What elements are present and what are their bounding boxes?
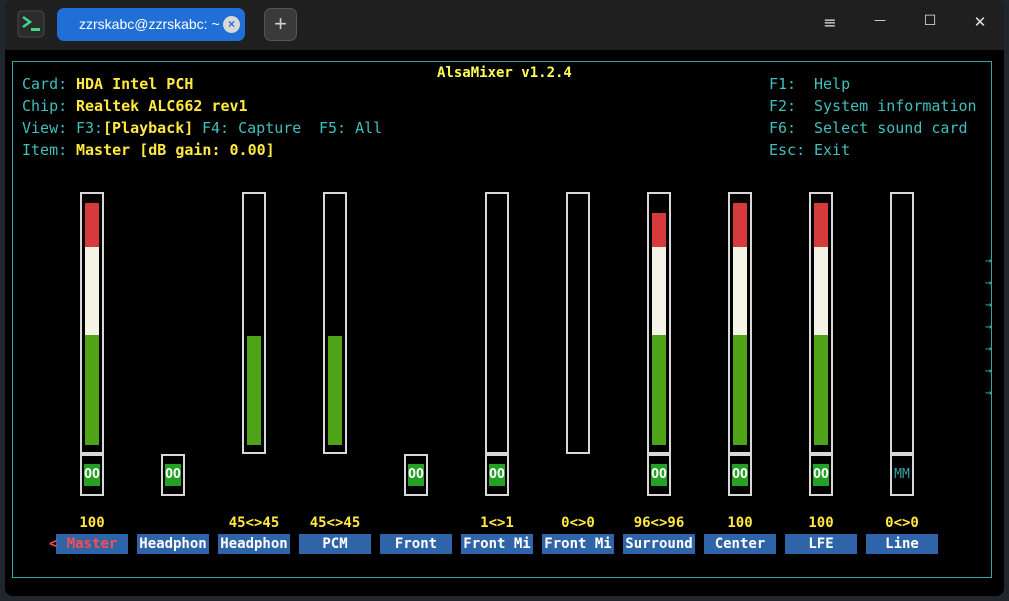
volume-value: 45<>45 xyxy=(309,515,361,531)
volume-fill-level-high xyxy=(652,213,666,247)
mute-toggle-11[interactable]: MM xyxy=(890,454,914,496)
volume-meter-10[interactable] xyxy=(809,192,833,454)
volume-meter-3[interactable] xyxy=(242,192,266,454)
volume-meter-8[interactable] xyxy=(647,192,671,454)
item-value: Master [dB gain: 0.00] xyxy=(76,141,275,159)
volume-fill-level-high xyxy=(814,203,828,247)
channel-name[interactable]: LFE xyxy=(785,534,857,554)
alsamixer-title: AlsaMixer v1.2.4 xyxy=(429,65,580,81)
volume-fill-level-mid xyxy=(652,247,666,335)
view-f3-key: F3: xyxy=(76,119,104,137)
volume-meter-1[interactable] xyxy=(80,192,104,454)
help-label-f2: System information xyxy=(814,97,977,115)
view-label: View: xyxy=(22,119,68,137)
volume-value: 100 xyxy=(79,515,105,531)
scroll-right-arrow: → xyxy=(985,298,992,311)
channel-name[interactable]: Front xyxy=(380,534,452,554)
tab-title: zzrskabc@zzrskabc: ~ xyxy=(79,16,220,32)
scroll-right-arrow: → xyxy=(985,342,992,355)
channel-name[interactable]: Headphon xyxy=(137,534,209,554)
help-label-f1: Help xyxy=(814,75,851,93)
help-label-esc: Exit xyxy=(814,141,851,159)
close-window-icon[interactable]: ✕ xyxy=(968,13,992,37)
item-label: Item: xyxy=(22,141,68,159)
terminal-window: zzrskabc@zzrskabc: ~ × + ≡ — ☐ ✕ AlsaMix… xyxy=(5,0,1004,596)
volume-fill-level-low xyxy=(85,335,99,445)
volume-fill-level-low xyxy=(733,335,747,445)
volume-fill-level-low xyxy=(328,336,342,445)
view-all[interactable]: F5: All xyxy=(319,119,382,137)
scroll-right-arrow: → xyxy=(985,254,992,267)
volume-value: 96<>96 xyxy=(633,515,685,531)
mute-toggle-1[interactable]: OO xyxy=(80,454,104,496)
help-key-f1: F1: xyxy=(769,75,797,93)
channel-name[interactable]: Line xyxy=(866,534,938,554)
channel-name[interactable]: Front Mi xyxy=(542,534,614,554)
scroll-right-arrow: → xyxy=(985,386,992,399)
volume-fill-level-low xyxy=(247,336,261,445)
terminal-app-icon xyxy=(17,10,45,38)
volume-fill-level-high xyxy=(85,203,99,247)
mute-toggle-10[interactable]: OO xyxy=(809,454,833,496)
view-capture[interactable]: F4: Capture xyxy=(202,119,301,137)
title-bar: zzrskabc@zzrskabc: ~ × + ≡ — ☐ ✕ xyxy=(5,0,1004,50)
card-value: HDA Intel PCH xyxy=(76,75,194,93)
mute-state: OO xyxy=(813,464,829,486)
mute-state: OO xyxy=(408,464,424,486)
mute-toggle-2[interactable]: OO xyxy=(161,454,185,496)
view-playback[interactable]: [Playback] xyxy=(103,119,193,137)
volume-fill-level-high xyxy=(733,203,747,247)
volume-meter-4[interactable] xyxy=(323,192,347,454)
volume-value: 100 xyxy=(727,515,753,531)
volume-value: 100 xyxy=(808,515,834,531)
channel-name[interactable]: PCM xyxy=(299,534,371,554)
tab-terminal[interactable]: zzrskabc@zzrskabc: ~ × xyxy=(57,8,245,41)
volume-meter-7[interactable] xyxy=(566,192,590,454)
terminal-content[interactable]: AlsaMixer v1.2.4 Card: HDA Intel PCH Chi… xyxy=(5,50,1004,596)
new-tab-button[interactable]: + xyxy=(264,8,297,41)
menu-icon[interactable]: ≡ xyxy=(818,13,842,37)
maximize-icon[interactable]: ☐ xyxy=(918,13,942,37)
scroll-right-arrow: → xyxy=(985,320,992,333)
mute-state: OO xyxy=(489,464,505,486)
volume-fill-level-mid xyxy=(814,247,828,335)
scroll-right-arrow: → xyxy=(985,364,992,377)
volume-fill-level-low xyxy=(652,335,666,445)
channel-name[interactable]: Front Mi xyxy=(461,534,533,554)
volume-meter-6[interactable] xyxy=(485,192,509,454)
help-label-f6: Select sound card xyxy=(814,119,968,137)
mute-toggle-5[interactable]: OO xyxy=(404,454,428,496)
mute-toggle-9[interactable]: OO xyxy=(728,454,752,496)
volume-fill-level-mid xyxy=(733,247,747,335)
mute-state: OO xyxy=(651,464,667,486)
chip-value: Realtek ALC662 rev1 xyxy=(76,97,248,115)
channel-name[interactable]: Center xyxy=(704,534,776,554)
volume-value: 0<>0 xyxy=(885,515,919,531)
channel-name[interactable]: Master xyxy=(56,534,128,554)
volume-fill-level-mid xyxy=(85,247,99,335)
selection-arrow: < xyxy=(49,536,58,552)
close-tab-icon[interactable]: × xyxy=(223,16,240,33)
volume-value: 1<>1 xyxy=(480,515,514,531)
channel-name[interactable]: Headphon xyxy=(218,534,290,554)
mute-state: OO xyxy=(732,464,748,486)
mute-state: MM xyxy=(894,467,910,482)
volume-value: 0<>0 xyxy=(561,515,595,531)
mute-state: OO xyxy=(84,464,100,486)
minimize-icon[interactable]: — xyxy=(868,13,892,37)
volume-fill-level-low xyxy=(814,335,828,445)
chip-label: Chip: xyxy=(22,97,68,115)
help-key-esc: Esc: xyxy=(769,141,806,159)
volume-value: 45<>45 xyxy=(228,515,280,531)
mute-toggle-6[interactable]: OO xyxy=(485,454,509,496)
volume-meter-9[interactable] xyxy=(728,192,752,454)
mute-state: OO xyxy=(165,464,181,486)
scroll-right-arrow: → xyxy=(985,276,992,289)
channel-name[interactable]: Surround xyxy=(623,534,695,554)
mute-toggle-8[interactable]: OO xyxy=(647,454,671,496)
help-key-f2: F2: xyxy=(769,97,797,115)
volume-meter-11[interactable] xyxy=(890,192,914,454)
card-label: Card: xyxy=(22,75,68,93)
help-key-f6: F6: xyxy=(769,119,797,137)
